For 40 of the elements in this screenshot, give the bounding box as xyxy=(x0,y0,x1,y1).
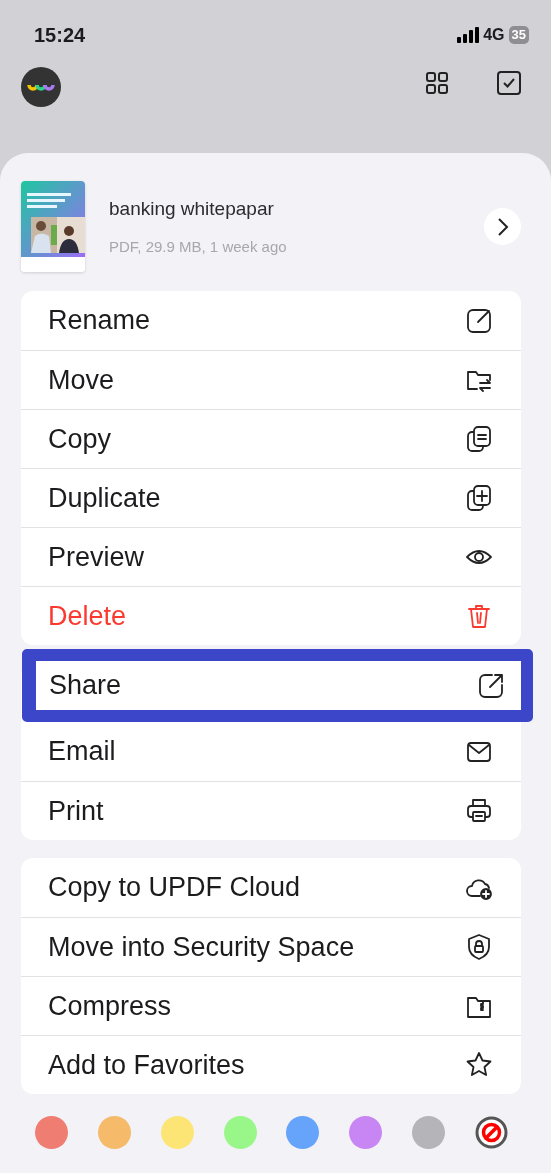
menu-item[interactable]: Move into Security Space xyxy=(21,917,521,976)
share-icon xyxy=(477,671,505,700)
menu-item[interactable]: Delete xyxy=(21,586,521,645)
file-details: PDF, 29.9 MB, 1 week ago xyxy=(109,236,288,257)
menu-item[interactable]: Duplicate xyxy=(21,468,521,527)
details-button[interactable] xyxy=(484,208,521,245)
shield-icon xyxy=(465,933,493,961)
copy-icon xyxy=(465,425,493,453)
clock: 15:24 xyxy=(34,22,86,48)
file-name: banking whitepapar xyxy=(109,197,275,221)
menu-item[interactable]: Share xyxy=(36,661,521,710)
color-tag[interactable] xyxy=(97,1116,131,1149)
menu-item[interactable]: Email xyxy=(21,722,521,781)
color-tag[interactable] xyxy=(35,1116,68,1149)
grid-view-icon[interactable] xyxy=(425,71,449,95)
color-tag[interactable] xyxy=(223,1116,257,1149)
chevron-icon xyxy=(495,216,510,237)
menu-item[interactable]: Rename xyxy=(21,291,521,350)
menu-item[interactable]: Compress xyxy=(21,976,521,1035)
menu-item[interactable]: Print xyxy=(21,781,521,840)
no-color-icon[interactable] xyxy=(474,1116,508,1149)
color-tag[interactable] xyxy=(412,1116,446,1149)
menu-item[interactable]: Move xyxy=(21,350,521,409)
menu-item[interactable]: Copy to UPDF Cloud xyxy=(21,858,521,917)
color-tag[interactable] xyxy=(349,1116,383,1149)
select-icon[interactable] xyxy=(497,71,521,95)
rename-icon xyxy=(465,306,493,335)
app-logo[interactable] xyxy=(21,67,61,107)
color-tag[interactable] xyxy=(160,1116,194,1149)
menu-item[interactable]: Preview xyxy=(21,527,521,586)
star-icon xyxy=(465,1051,493,1079)
duplicate-icon xyxy=(465,484,493,512)
network-label: 4G xyxy=(483,24,505,45)
battery-level: 35 xyxy=(508,25,529,44)
menu-item[interactable]: Copy xyxy=(21,409,521,468)
printer-icon xyxy=(465,797,493,825)
trash-icon xyxy=(465,602,493,630)
signal-icon xyxy=(457,26,480,43)
color-tag[interactable] xyxy=(286,1116,320,1149)
menu-item[interactable]: Add to Favorites xyxy=(21,1035,521,1094)
